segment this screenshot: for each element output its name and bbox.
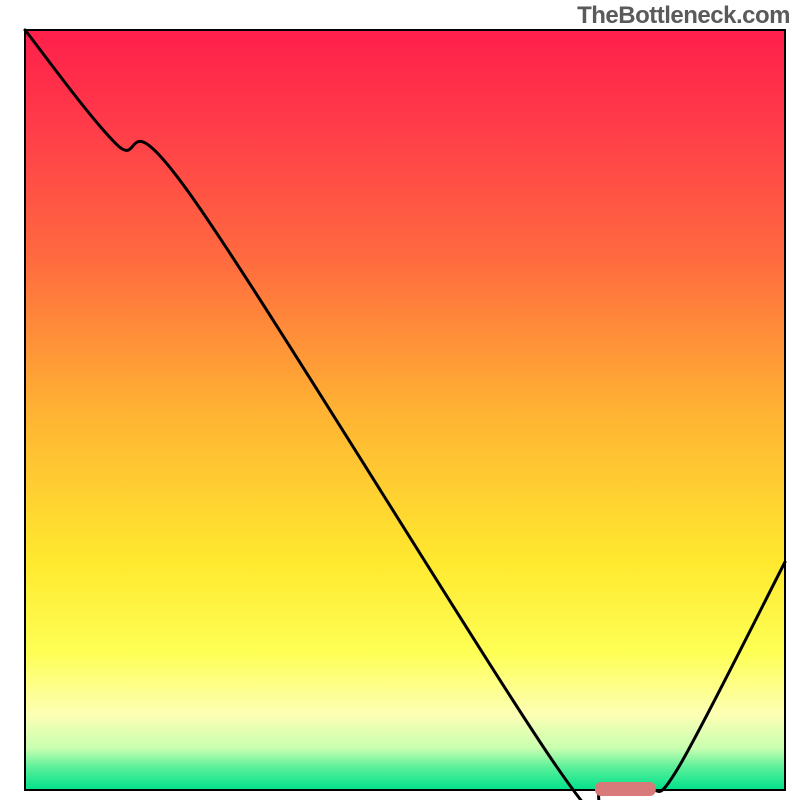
bottleneck-chart	[0, 0, 800, 800]
watermark-text: TheBottleneck.com	[577, 2, 790, 30]
optimal-range-marker	[595, 782, 656, 796]
chart-container: TheBottleneck.com	[0, 0, 800, 800]
plot-background	[25, 30, 785, 790]
